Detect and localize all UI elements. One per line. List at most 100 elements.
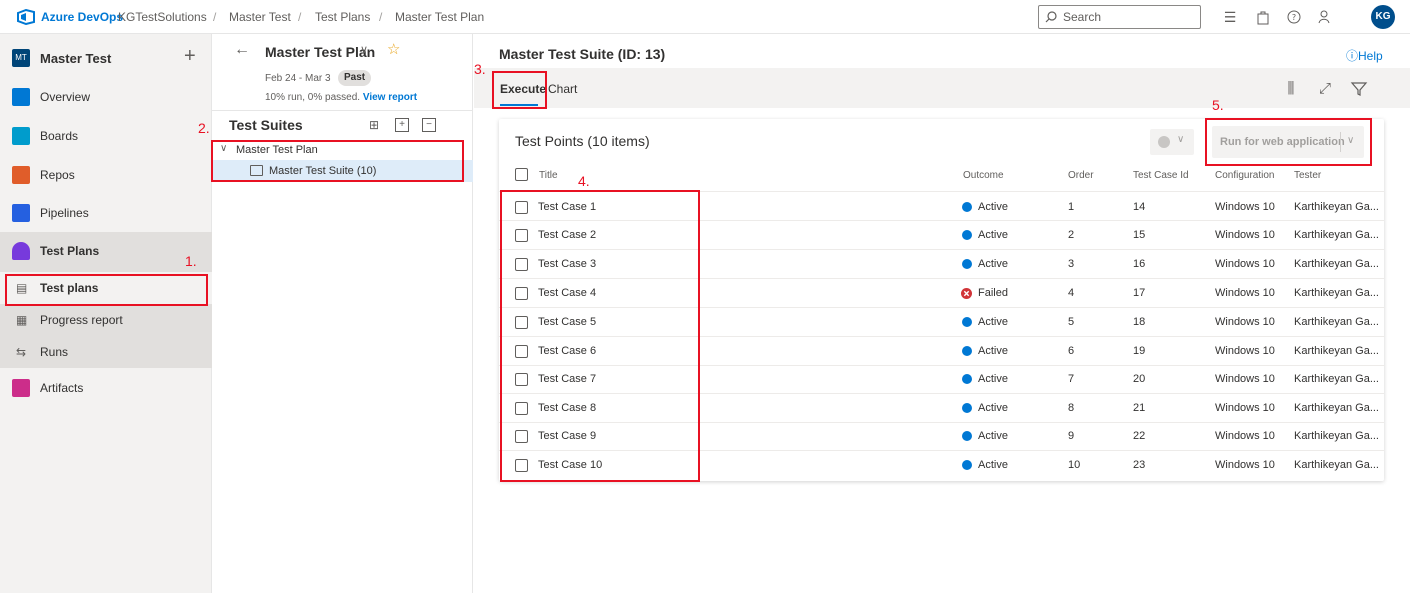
- help-label: Help: [1358, 49, 1383, 63]
- cell-tester: Karthikeyan Ga...: [1294, 229, 1379, 241]
- shopping-bag-icon[interactable]: [1255, 9, 1271, 25]
- azure-devops-logo-icon[interactable]: [17, 9, 35, 25]
- active-status-icon: [962, 403, 972, 413]
- annotation-box-2: [211, 140, 464, 182]
- breadcrumb-test-plans[interactable]: Test Plans: [315, 10, 370, 24]
- breadcrumb-org[interactable]: KGTestSolutions: [118, 10, 207, 24]
- back-arrow-icon[interactable]: ←: [234, 41, 250, 59]
- column-header-test-case-id[interactable]: Test Case Id: [1133, 170, 1189, 181]
- select-all-checkbox[interactable]: [515, 168, 528, 181]
- active-status-icon: [962, 460, 972, 470]
- search-input[interactable]: Search: [1038, 5, 1201, 29]
- plan-stats: 10% run, 0% passed. View report: [265, 92, 417, 103]
- cell-configuration: Windows 10: [1215, 430, 1275, 442]
- plan-title[interactable]: Master Test Plan: [265, 44, 375, 60]
- help-icon[interactable]: ?: [1286, 9, 1302, 25]
- nav-item-repos[interactable]: Repos: [0, 156, 212, 194]
- avatar[interactable]: KG: [1371, 5, 1395, 29]
- nav-item-label: Artifacts: [40, 381, 84, 395]
- annotation-number-2: 2.: [198, 120, 210, 136]
- cell-test-case-id: 14: [1133, 201, 1146, 213]
- cell-configuration: Windows 10: [1215, 287, 1275, 299]
- test-plans-group: Test Plans ▤ Test plans ▦ Progress repor…: [0, 232, 212, 368]
- svg-text:?: ?: [1292, 13, 1296, 22]
- suites-divider: [212, 110, 473, 111]
- cell-order: 10: [1068, 459, 1081, 471]
- test-suites-heading: Test Suites: [229, 117, 303, 133]
- plan-state-badge: Past: [338, 70, 372, 86]
- fullscreen-icon[interactable]: ⤢: [1316, 80, 1334, 98]
- nav-item-artifacts[interactable]: Artifacts: [0, 369, 212, 407]
- cell-configuration: Windows 10: [1215, 402, 1275, 414]
- sub-item-label: Progress report: [40, 313, 123, 327]
- cell-test-case-id: 16: [1133, 258, 1146, 270]
- breadcrumb-project[interactable]: Master Test: [229, 10, 291, 24]
- cell-configuration: Windows 10: [1215, 345, 1275, 357]
- tab-bar: [474, 68, 1410, 108]
- nav-item-pipelines[interactable]: Pipelines: [0, 194, 212, 232]
- nav-item-label: Boards: [40, 129, 79, 143]
- filter-icon[interactable]: [1350, 80, 1368, 98]
- active-status-icon: [962, 259, 972, 269]
- cell-tester: Karthikeyan Ga...: [1294, 430, 1379, 442]
- cell-test-case-id: 15: [1133, 229, 1146, 241]
- annotation-box-4: [500, 190, 700, 482]
- column-header-title[interactable]: Title: [539, 170, 558, 181]
- search-icon: [1045, 11, 1057, 23]
- add-icon[interactable]: +: [184, 46, 196, 66]
- cell-order: 7: [1068, 373, 1075, 385]
- nav-item-label: Test Plans: [40, 244, 100, 258]
- column-header-outcome[interactable]: Outcome: [963, 170, 1004, 181]
- breadcrumb-separator: /: [379, 10, 383, 24]
- breadcrumb-plan[interactable]: Master Test Plan: [395, 10, 484, 24]
- cell-tester: Karthikeyan Ga...: [1294, 373, 1379, 385]
- brand-link[interactable]: Azure DevOps: [41, 10, 123, 24]
- column-header-configuration[interactable]: Configuration: [1215, 170, 1274, 181]
- plan-dates: Feb 24 - Mar 3: [265, 73, 331, 84]
- expand-all-icon[interactable]: +: [395, 118, 409, 132]
- cell-tester: Karthikeyan Ga...: [1294, 316, 1379, 328]
- column-header-tester[interactable]: Tester: [1294, 170, 1321, 181]
- repos-icon: [12, 166, 30, 184]
- cell-tester: Karthikeyan Ga...: [1294, 287, 1379, 299]
- column-options-icon[interactable]: ⫼: [1282, 80, 1300, 98]
- nav-item-overview[interactable]: Overview: [0, 78, 212, 116]
- favorite-star-icon[interactable]: ☆: [387, 40, 400, 58]
- collapse-all-icon[interactable]: −: [422, 118, 436, 132]
- help-link[interactable]: ⓘHelp: [1346, 47, 1383, 64]
- active-status-icon: [962, 374, 972, 384]
- cell-order: 8: [1068, 402, 1075, 414]
- cell-outcome: Active: [978, 373, 1008, 385]
- annotation-number-4: 4.: [578, 173, 590, 189]
- cell-outcome: Active: [978, 229, 1008, 241]
- suite-hierarchy-icon[interactable]: ⊞: [367, 118, 381, 132]
- chevron-down-icon[interactable]: ∨: [360, 43, 368, 56]
- task-list-icon[interactable]: ☰: [1222, 9, 1238, 25]
- sub-item-runs[interactable]: ⇆ Runs: [0, 336, 212, 368]
- cell-order: 6: [1068, 345, 1075, 357]
- annotation-box-3: [492, 71, 547, 109]
- cell-configuration: Windows 10: [1215, 459, 1275, 471]
- progress-report-icon: ▦: [16, 313, 28, 327]
- test-points-title: Test Points (10 items): [515, 133, 650, 149]
- nav-item-test-plans[interactable]: Test Plans: [0, 232, 212, 270]
- annotation-box-5: [1205, 118, 1372, 166]
- user-settings-icon[interactable]: [1318, 9, 1334, 25]
- sub-item-label: Runs: [40, 345, 69, 359]
- cell-order: 5: [1068, 316, 1075, 328]
- mark-outcome-button[interactable]: ∨: [1150, 129, 1194, 155]
- column-header-order[interactable]: Order: [1068, 170, 1094, 181]
- plan-stats-text: 10% run, 0% passed.: [265, 92, 361, 103]
- cell-outcome: Active: [978, 316, 1008, 328]
- cell-outcome: Failed: [978, 287, 1008, 299]
- sub-item-progress-report[interactable]: ▦ Progress report: [0, 304, 212, 336]
- breadcrumb-separator: /: [213, 10, 217, 24]
- left-navigation: MT Master Test + Overview Boards Repos P…: [0, 34, 212, 593]
- nav-item-boards[interactable]: Boards: [0, 117, 212, 155]
- view-report-link[interactable]: View report: [363, 92, 417, 103]
- project-header[interactable]: MT Master Test +: [0, 40, 212, 74]
- boards-icon: [12, 127, 30, 145]
- cell-configuration: Windows 10: [1215, 373, 1275, 385]
- tab-chart[interactable]: Chart: [548, 82, 577, 96]
- cell-order: 3: [1068, 258, 1075, 270]
